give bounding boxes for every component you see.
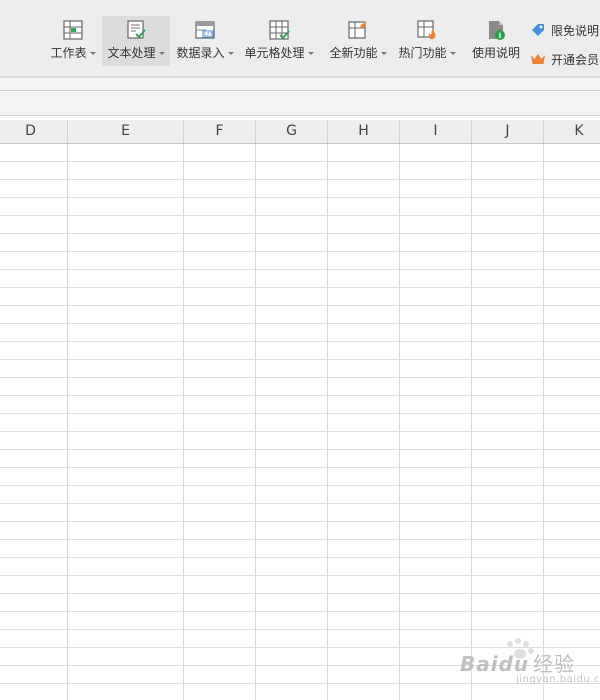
- new-features-label: 全新功能: [329, 46, 378, 60]
- usage-guide-label: 使用说明: [471, 46, 520, 60]
- free-info-label: 限免说明: [551, 23, 600, 38]
- watermark-brand-cn: 经验: [533, 652, 576, 676]
- column-header-d[interactable]: D: [0, 120, 68, 143]
- text-process-label: 文本处理: [107, 46, 156, 60]
- column-header-row: D E F G H I J K: [0, 120, 600, 144]
- worksheet-label: 工作表: [50, 46, 87, 60]
- hot-features-icon: [417, 20, 436, 39]
- worksheet-button[interactable]: 工作表: [48, 16, 98, 66]
- toolbar-spacer: [0, 78, 600, 90]
- chevron-down-icon: [307, 51, 314, 55]
- svg-text:i: i: [499, 31, 502, 40]
- chevron-down-icon: [227, 51, 234, 55]
- cell-process-icon: [269, 20, 290, 40]
- tag-icon: [532, 24, 544, 36]
- column-header-k[interactable]: K: [544, 120, 600, 143]
- chevron-down-icon: [158, 51, 165, 55]
- formula-bar[interactable]: [0, 90, 600, 116]
- column-header-h[interactable]: H: [328, 120, 400, 143]
- hot-features-button[interactable]: 热门功能: [397, 16, 457, 66]
- watermark-brand: Baidu 经验: [460, 648, 575, 677]
- text-process-icon: [127, 20, 146, 39]
- usage-guide-icon: i: [489, 21, 505, 40]
- cell-process-label: 单元格处理: [244, 46, 305, 60]
- cell-process-button[interactable]: 单元格处理: [243, 16, 315, 66]
- cell-grid[interactable]: [0, 144, 600, 700]
- chevron-down-icon: [449, 51, 456, 55]
- column-header-f[interactable]: F: [184, 120, 256, 143]
- data-entry-button[interactable]: 123 数据录入: [174, 16, 236, 66]
- ribbon-toolbar: 工作表 文本处理 123 数据录入 单元格处理 全新功能 热门功能 i 使用说明…: [0, 0, 600, 78]
- chevron-down-icon: [380, 51, 387, 55]
- hot-features-label: 热门功能: [398, 46, 447, 60]
- new-features-icon: [348, 21, 366, 39]
- text-process-button[interactable]: 文本处理: [102, 16, 170, 66]
- svg-text:123: 123: [203, 32, 213, 38]
- data-entry-icon: 123: [195, 21, 215, 39]
- worksheet-icon: [63, 20, 83, 40]
- column-header-e[interactable]: E: [68, 120, 184, 143]
- column-header-i[interactable]: I: [400, 120, 472, 143]
- watermark-brand-en: Baidu: [460, 652, 530, 676]
- crown-icon: [531, 54, 545, 64]
- usage-guide-button[interactable]: i 使用说明: [470, 16, 522, 66]
- free-info-link[interactable]: 限免说明: [530, 21, 599, 39]
- watermark-url: jingyan.baidu.com: [516, 674, 600, 685]
- data-entry-label: 数据录入: [176, 46, 225, 60]
- column-header-j[interactable]: J: [472, 120, 544, 143]
- chevron-down-icon: [89, 51, 96, 55]
- new-features-button[interactable]: 全新功能: [328, 16, 388, 66]
- open-vip-label: 开通会员: [551, 52, 600, 67]
- column-header-g[interactable]: G: [256, 120, 328, 143]
- open-vip-link[interactable]: 开通会员: [530, 50, 599, 68]
